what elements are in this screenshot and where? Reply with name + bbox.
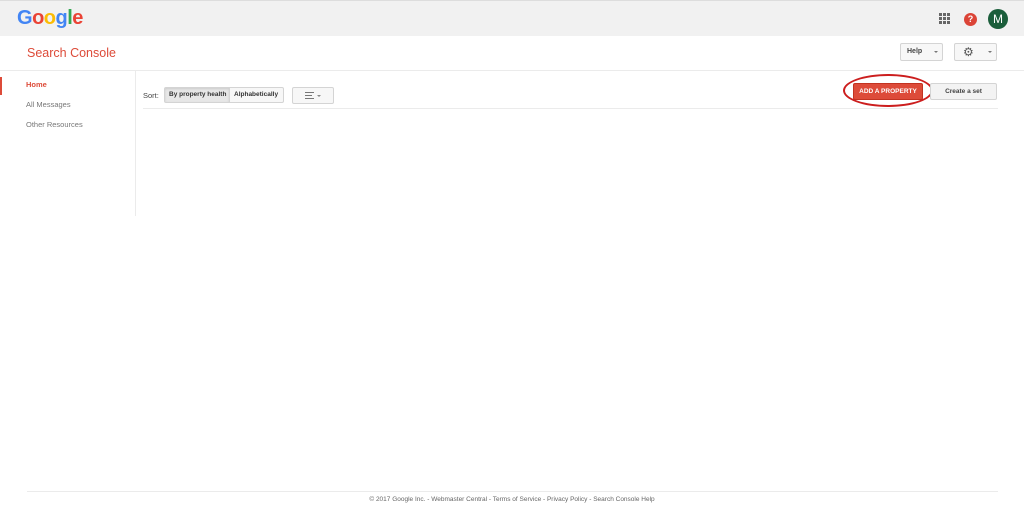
create-set-button[interactable]: Create a set <box>930 83 997 100</box>
highlight-annotation-ring <box>843 74 933 107</box>
list-view-icon <box>305 92 314 100</box>
footer: © 2017 Google Inc. - Webmaster Central -… <box>0 496 1024 503</box>
footer-link-privacy[interactable]: Privacy Policy <box>547 496 587 503</box>
logo-letter: e <box>72 7 83 29</box>
app-header: Search Console Help ⚙ <box>0 36 1024 71</box>
footer-copyright: © 2017 Google Inc. <box>369 496 426 503</box>
footer-divider <box>27 491 998 492</box>
logo-letter: g <box>55 7 68 29</box>
top-bar: Google ? M <box>0 0 1024 36</box>
logo-letter: o <box>43 7 56 29</box>
divider <box>143 108 998 109</box>
notifications-icon[interactable]: ? <box>964 13 977 26</box>
help-label: Help <box>907 48 923 55</box>
sort-label: Sort: <box>143 91 159 100</box>
sidebar-item-other-resources[interactable]: Other Resources <box>26 120 83 129</box>
page-title[interactable]: Search Console <box>27 46 116 60</box>
footer-link-help[interactable]: Search Console Help <box>593 496 654 503</box>
footer-link-terms[interactable]: Terms of Service <box>493 496 541 503</box>
chevron-down-icon <box>934 51 938 53</box>
sidebar-item-all-messages[interactable]: All Messages <box>26 100 71 109</box>
gear-icon: ⚙ <box>963 45 974 59</box>
sidebar: Home All Messages Other Resources <box>0 71 136 216</box>
sort-by-health-button[interactable]: By property health <box>164 87 230 103</box>
avatar[interactable]: M <box>988 9 1008 29</box>
help-dropdown-button[interactable]: Help <box>900 43 943 61</box>
footer-link-webmaster-central[interactable]: Webmaster Central <box>431 496 487 503</box>
active-nav-marker <box>0 77 2 95</box>
logo-letter: o <box>32 7 44 29</box>
apps-grid-icon[interactable] <box>939 13 950 24</box>
logo-letter: G <box>17 7 33 29</box>
settings-dropdown-button[interactable]: ⚙ <box>954 43 997 61</box>
google-logo[interactable]: Google <box>17 7 83 30</box>
sidebar-item-home[interactable]: Home <box>26 80 47 89</box>
chevron-down-icon <box>988 51 992 53</box>
chevron-down-icon <box>317 95 321 97</box>
sort-alphabetically-button[interactable]: Alphabetically <box>230 87 284 103</box>
view-options-button[interactable] <box>292 87 334 104</box>
